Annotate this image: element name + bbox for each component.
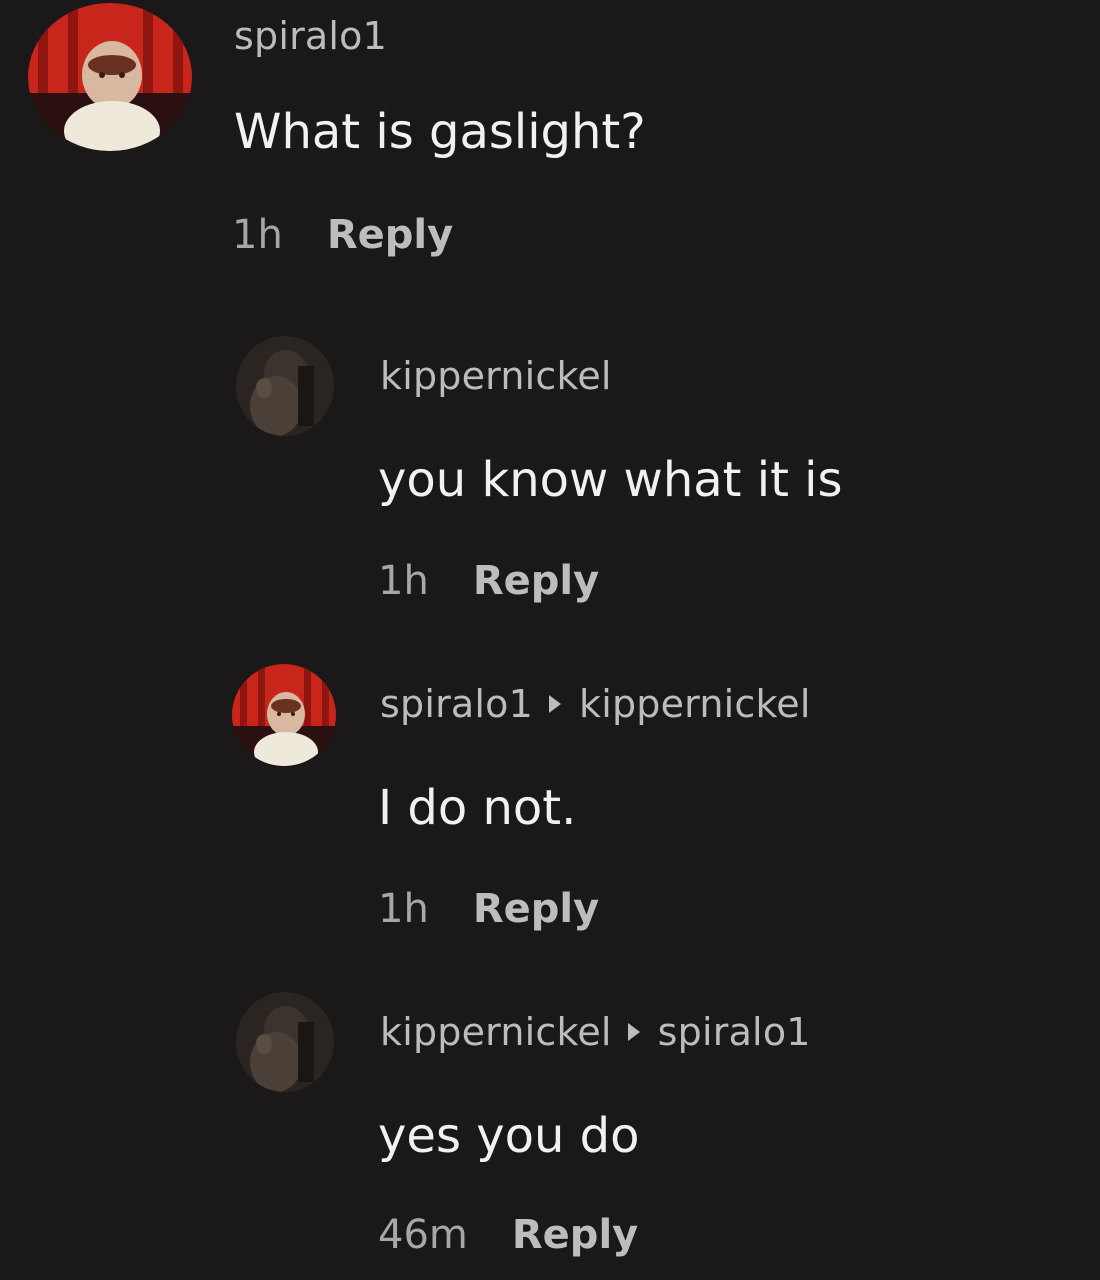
username[interactable]: spiralo1 xyxy=(234,14,387,58)
avatar[interactable] xyxy=(236,336,334,436)
comment-text: yes you do xyxy=(378,1108,640,1164)
username[interactable]: kippernickel spiralo1 xyxy=(380,1010,811,1054)
comment-meta: 1h Reply xyxy=(378,558,599,604)
timestamp: 1h xyxy=(378,558,429,604)
reply-to-username[interactable]: spiralo1 xyxy=(658,1010,811,1054)
comment-text: I do not. xyxy=(378,780,577,836)
username[interactable]: kippernickel xyxy=(380,354,612,398)
reply-button[interactable]: Reply xyxy=(327,212,453,258)
username-label[interactable]: spiralo1 xyxy=(380,682,533,726)
avatar[interactable] xyxy=(236,992,334,1092)
comment-meta: 1h Reply xyxy=(232,212,453,258)
comment-meta: 46m Reply xyxy=(378,1212,638,1258)
reply-button[interactable]: Reply xyxy=(512,1212,638,1258)
username-label[interactable]: kippernickel xyxy=(380,1010,612,1054)
dark-figure-icon xyxy=(236,992,334,1092)
red-curtain-figure-icon xyxy=(232,664,336,766)
dark-figure-icon xyxy=(236,336,334,436)
comment-text: What is gaslight? xyxy=(234,104,646,160)
reply-to-username[interactable]: kippernickel xyxy=(579,682,811,726)
avatar[interactable] xyxy=(28,3,192,151)
comment-thread: spiralo1 What is gaslight? 1h Reply kippe… xyxy=(0,0,1100,1280)
username[interactable]: spiralo1 kippernickel xyxy=(380,682,811,726)
timestamp: 1h xyxy=(232,212,283,258)
reply-arrow-icon xyxy=(627,1022,640,1041)
avatar[interactable] xyxy=(232,664,336,766)
comment-text: you know what it is xyxy=(378,452,843,508)
timestamp: 46m xyxy=(378,1212,468,1258)
comment-meta: 1h Reply xyxy=(378,886,599,932)
username-label[interactable]: spiralo1 xyxy=(234,14,387,58)
timestamp: 1h xyxy=(378,886,429,932)
red-curtain-figure-icon xyxy=(28,3,192,151)
username-label[interactable]: kippernickel xyxy=(380,354,612,398)
reply-button[interactable]: Reply xyxy=(473,558,599,604)
reply-arrow-icon xyxy=(548,694,561,713)
reply-button[interactable]: Reply xyxy=(473,886,599,932)
